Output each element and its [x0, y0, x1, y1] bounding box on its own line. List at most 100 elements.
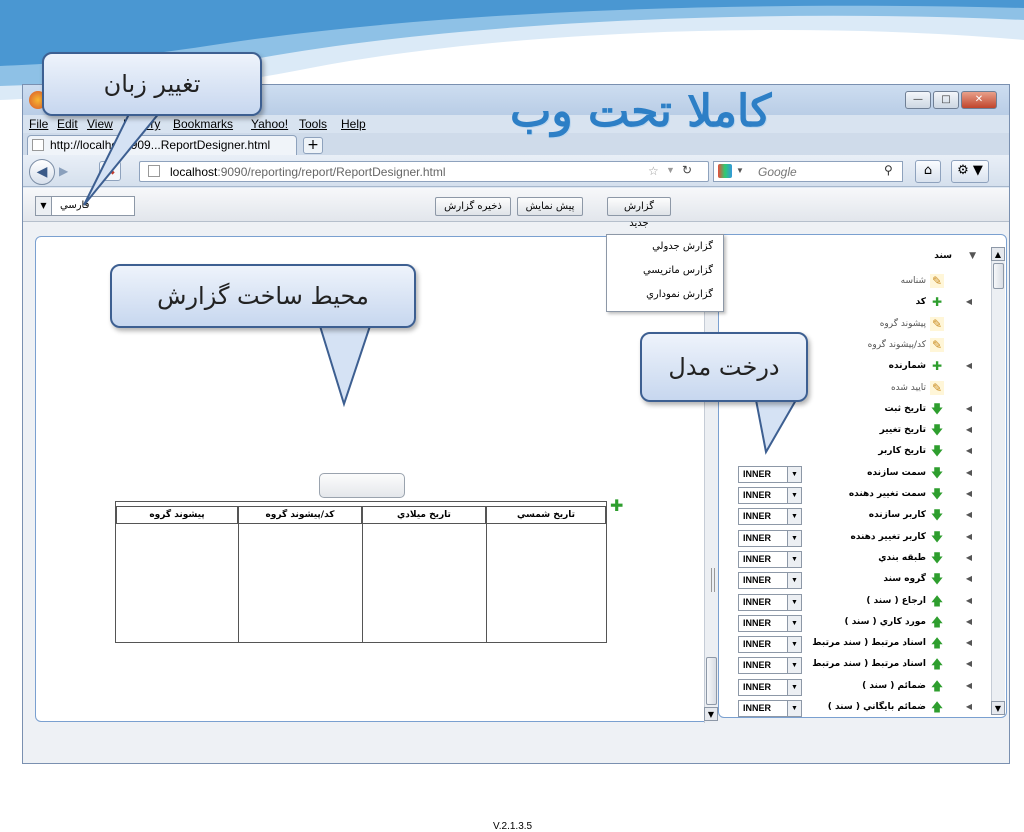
minimize-button[interactable]: —	[905, 91, 931, 109]
expand-arrow-icon[interactable]: ◀	[966, 510, 972, 519]
tree-item[interactable]: ارجاع ( سند ) 🡅 ◀ INNER ▼	[736, 593, 976, 613]
tree-item[interactable]: اسناد مرتبط ( سند مرتبط 🡅 ◀ INNER ▼	[736, 635, 976, 655]
scroll-down-arrow-icon[interactable]: ▼	[991, 701, 1005, 715]
expand-arrow-icon[interactable]: ◀	[966, 638, 972, 647]
menu-help[interactable]: Help	[341, 117, 366, 131]
join-type-select[interactable]: INNER ▼	[738, 614, 802, 632]
scroll-thumb[interactable]	[993, 263, 1004, 289]
splitter-handle[interactable]	[711, 568, 715, 592]
expand-arrow-icon[interactable]: ◀	[966, 297, 972, 306]
join-type-select[interactable]: INNER ▼	[738, 678, 802, 696]
scroll-thumb[interactable]	[706, 657, 717, 705]
expand-arrow-icon[interactable]: ◀	[966, 553, 972, 562]
tree-item[interactable]: اسناد مرتبط ( سند مرتبط 🡅 ◀ INNER ▼	[736, 656, 976, 676]
tree-item[interactable]: كد ✚ ◀	[736, 294, 976, 314]
chevron-down-icon[interactable]: ▼	[787, 530, 801, 546]
join-type-select[interactable]: INNER ▼	[738, 529, 802, 547]
addon-icon[interactable]: ⚙ ▼	[951, 160, 989, 183]
dropdown-arrow-icon[interactable]: ▼	[666, 165, 675, 175]
back-arrow-icon[interactable]: ◀	[29, 159, 55, 185]
column-header[interactable]: پيشوند گروه	[116, 506, 238, 524]
close-button[interactable]: ✕	[961, 91, 997, 109]
new-report-button[interactable]: گزارش جديد	[607, 197, 671, 229]
chevron-down-icon[interactable]: ▼	[787, 509, 801, 525]
search-icon[interactable]: ⚲	[884, 163, 893, 177]
menu-tools[interactable]: Tools	[299, 117, 327, 131]
menu-item-matrix-report[interactable]: گزارس ماتريسي	[643, 265, 713, 276]
scroll-up-arrow-icon[interactable]: ▲	[991, 247, 1005, 261]
search-engine-icon[interactable]	[718, 164, 732, 178]
chevron-down-icon[interactable]: ▼	[787, 594, 801, 610]
join-type-select[interactable]: INNER ▼	[738, 636, 802, 654]
menu-item-table-report[interactable]: گزارش جدولي	[652, 241, 713, 252]
expand-down-icon[interactable]: ▼	[969, 251, 976, 261]
expand-arrow-icon[interactable]: ◀	[966, 404, 972, 413]
chevron-down-icon[interactable]: ▼	[787, 488, 801, 503]
join-type-select[interactable]: INNER ▼	[738, 487, 802, 504]
join-type-select[interactable]: INNER ▼	[738, 657, 802, 675]
chevron-down-icon[interactable]: ▼	[787, 466, 801, 482]
grid-header-tab[interactable]	[319, 473, 405, 498]
menu-file[interactable]: File	[29, 117, 48, 131]
expand-arrow-icon[interactable]: ◀	[966, 425, 972, 434]
expand-arrow-icon[interactable]: ◀	[966, 446, 972, 455]
expand-arrow-icon[interactable]: ◀	[966, 596, 972, 605]
join-type-select[interactable]: INNER ▼	[738, 572, 802, 590]
chevron-down-icon[interactable]: ▼	[787, 637, 801, 653]
tree-root[interactable]: سند ▼	[880, 251, 980, 267]
tree-item-label: پيشوند گروه	[879, 318, 926, 329]
tree-item[interactable]: مورد كاري ( سند ) 🡅 ◀ INNER ▼	[736, 614, 976, 634]
address-bar[interactable]: localhost:9090/reporting/report/ReportDe…	[139, 161, 709, 182]
maximize-button[interactable]: □	[933, 91, 959, 109]
chevron-down-icon[interactable]: ▼	[787, 573, 801, 589]
edit-icon: ✎	[930, 337, 944, 352]
search-engine-dropdown-icon[interactable]: ▼	[736, 166, 744, 175]
column-header[interactable]: تاريخ شمسي	[486, 506, 606, 524]
tree-item[interactable]: سمت تغيير دهنده 🡇 ◀ INNER ▼	[736, 486, 976, 506]
chevron-down-icon[interactable]: ▼	[787, 615, 801, 631]
join-type-select[interactable]: INNER ▼	[738, 593, 802, 611]
tree-item[interactable]: كاربر تغيير دهنده 🡇 ◀ INNER ▼	[736, 529, 976, 549]
expand-arrow-icon[interactable]: ◀	[966, 659, 972, 668]
expand-arrow-icon[interactable]: ◀	[966, 532, 972, 541]
tree-scrollbar[interactable]: ▲ ▼	[991, 247, 1005, 715]
reload-icon[interactable]: ↻	[682, 163, 692, 177]
search-box[interactable]: ▼ Google ⚲	[713, 161, 903, 182]
chevron-down-icon[interactable]: ▼	[787, 679, 801, 695]
chevron-down-icon[interactable]: ▼	[36, 197, 52, 215]
expand-arrow-icon[interactable]: ◀	[966, 468, 972, 477]
menu-yahoo[interactable]: Yahoo!	[251, 117, 288, 131]
tree-item[interactable]: ضمائم ( سند ) 🡅 ◀ INNER ▼	[736, 678, 976, 698]
tree-item[interactable]: گروه سند 🡇 ◀ INNER ▼	[736, 571, 976, 591]
home-icon[interactable]: ⌂	[915, 160, 941, 183]
preview-button[interactable]: پيش نمايش	[517, 197, 583, 216]
join-type-select[interactable]: INNER ▼	[738, 700, 802, 717]
save-report-button[interactable]: ذخيره گزارش	[435, 197, 511, 216]
tree-item[interactable]: ضمائم بايگاني ( سند ) 🡅 ◀ INNER ▼	[736, 699, 976, 719]
scroll-down-arrow-icon[interactable]: ▼	[704, 707, 718, 721]
join-type-select[interactable]: INNER ▼	[738, 508, 802, 526]
chevron-down-icon[interactable]: ▼	[787, 658, 801, 674]
expand-arrow-icon[interactable]: ◀	[966, 702, 972, 711]
bookmark-star-icon[interactable]: ☆	[648, 164, 659, 178]
expand-arrow-icon[interactable]: ◀	[966, 361, 972, 370]
chevron-down-icon[interactable]: ▼	[787, 551, 801, 567]
column-header[interactable]: كد/پيشوند گروه	[238, 506, 362, 524]
tree-item[interactable]: شناسه ✎	[736, 273, 976, 293]
menu-item-chart-report[interactable]: گزارش نموداري	[646, 289, 713, 300]
expand-arrow-icon[interactable]: ◀	[966, 617, 972, 626]
column-header[interactable]: تاريخ ميلادي	[362, 506, 486, 524]
tree-item[interactable]: طبقه بندي 🡇 ◀ INNER ▼	[736, 550, 976, 570]
new-tab-button[interactable]: +	[303, 137, 323, 154]
add-column-icon[interactable]: ✚	[610, 496, 623, 515]
join-type-select[interactable]: INNER ▼	[738, 550, 802, 568]
expand-arrow-icon[interactable]: ◀	[966, 574, 972, 583]
tree-item[interactable]: كاربر سازنده 🡇 ◀ INNER ▼	[736, 507, 976, 527]
expand-arrow-icon[interactable]: ◀	[966, 489, 972, 498]
chevron-down-icon[interactable]: ▼	[787, 701, 801, 716]
join-type-select[interactable]: INNER ▼	[738, 465, 802, 483]
menu-bookmarks[interactable]: Bookmarks	[173, 117, 233, 131]
expand-arrow-icon[interactable]: ◀	[966, 681, 972, 690]
report-table[interactable]: تاريخ شمسي تاريخ ميلادي كد/پيشوند گروه پ…	[115, 501, 607, 643]
tree-item[interactable]: سمت سازنده 🡇 ◀ INNER ▼	[736, 465, 976, 485]
